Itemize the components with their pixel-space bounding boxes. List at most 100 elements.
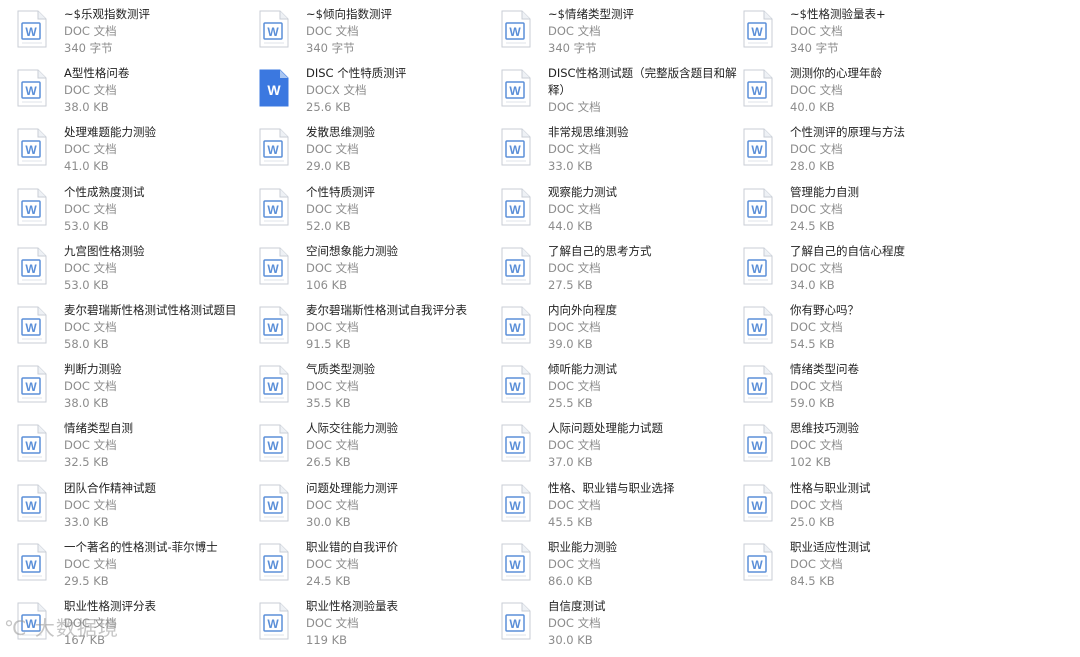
file-size: 39.0 KB	[548, 336, 593, 351]
file-type: DOC 文档	[548, 497, 601, 512]
file-size: 340 字节	[790, 41, 839, 55]
file-item[interactable]: W 问题处理能力测评 DOC 文档 30.0 KB	[259, 480, 501, 539]
file-size: 29.5 KB	[64, 573, 109, 588]
file-item[interactable]: W 发散思维测验 DOC 文档 29.0 KB	[259, 124, 501, 183]
file-item[interactable]: W 麦尔碧瑞斯性格测试性格测试题目 DOC 文档 58.0 KB	[17, 302, 259, 361]
file-item[interactable]: W 测测你的心理年龄 DOC 文档 40.0 KB	[743, 65, 985, 124]
file-type: DOC 文档	[790, 201, 843, 216]
file-meta: 管理能力自测 DOC 文档 24.5 KB	[790, 184, 980, 235]
file-item[interactable]: W 个性成熟度测试 DOC 文档 53.0 KB	[17, 184, 259, 243]
file-size: 119 KB	[306, 632, 348, 647]
doc-word-icon: W	[17, 69, 47, 107]
svg-text:W: W	[509, 143, 521, 157]
file-name: 一个著名的性格测试-菲尔博士	[64, 539, 218, 554]
file-item[interactable]: W 性格、职业错与职业选择 DOC 文档 45.5 KB	[501, 480, 743, 539]
file-item[interactable]: W 麦尔碧瑞斯性格测试自我评分表 DOC 文档 91.5 KB	[259, 302, 501, 361]
file-item[interactable]: W 职业性格测验量表 DOC 文档 119 KB	[259, 598, 501, 657]
doc-word-icon: W	[501, 128, 531, 166]
file-type: DOC 文档	[306, 201, 359, 216]
file-item[interactable]: W 性格与职业测试 DOC 文档 25.0 KB	[743, 480, 985, 539]
doc-word-icon: W	[501, 10, 531, 48]
svg-text:W: W	[751, 321, 763, 335]
file-item[interactable]: W DISC 个性特质测评 DOCX 文档 25.6 KB	[259, 65, 501, 124]
file-item[interactable]: W ~$倾向指数测评 DOC 文档 340 字节	[259, 6, 501, 65]
doc-word-icon: W	[17, 602, 47, 640]
file-item[interactable]: W 空间想象能力测验 DOC 文档 106 KB	[259, 243, 501, 302]
file-item[interactable]: W 内向外向程度 DOC 文档 39.0 KB	[501, 302, 743, 361]
file-size: 35.5 KB	[306, 396, 351, 411]
file-name: 性格与职业测试	[790, 480, 871, 495]
doc-word-icon: W	[259, 602, 289, 640]
file-type: DOC 文档	[548, 100, 601, 115]
file-item[interactable]: W 情绪类型问卷 DOC 文档 59.0 KB	[743, 361, 985, 420]
file-name: ~$性格测验量表+	[790, 7, 886, 21]
file-item[interactable]: W 观察能力测试 DOC 文档 44.0 KB	[501, 184, 743, 243]
file-type: DOC 文档	[306, 142, 359, 157]
file-item[interactable]: W 非常规思维测验 DOC 文档 33.0 KB	[501, 124, 743, 183]
file-item[interactable]: W 一个著名的性格测试-菲尔博士 DOC 文档 29.5 KB	[17, 539, 259, 598]
file-name: 内向外向程度	[548, 302, 617, 317]
file-item[interactable]: W 职业适应性测试 DOC 文档 84.5 KB	[743, 539, 985, 598]
file-meta: 倾听能力测试 DOC 文档 25.5 KB	[548, 361, 738, 412]
file-meta: 麦尔碧瑞斯性格测试性格测试题目 DOC 文档 58.0 KB	[64, 302, 254, 353]
file-item[interactable]: W 个性测评的原理与方法 DOC 文档 28.0 KB	[743, 124, 985, 183]
file-meta: 个性成熟度测试 DOC 文档 53.0 KB	[64, 184, 254, 235]
file-item[interactable]: W DISC性格测试题（完整版含题目和解释） DOC 文档	[501, 65, 743, 124]
file-type: DOC 文档	[64, 319, 117, 334]
file-item[interactable]: W 职业错的自我评价 DOC 文档 24.5 KB	[259, 539, 501, 598]
file-item[interactable]: W A型性格问卷 DOC 文档 38.0 KB	[17, 65, 259, 124]
file-item[interactable]: W 九宫图性格测验 DOC 文档 53.0 KB	[17, 243, 259, 302]
file-name: 团队合作精神试题	[64, 480, 156, 495]
svg-text:W: W	[509, 499, 521, 513]
file-item[interactable]: W 思维技巧测验 DOC 文档 102 KB	[743, 420, 985, 479]
file-item[interactable]: W 团队合作精神试题 DOC 文档 33.0 KB	[17, 480, 259, 539]
file-size: 59.0 KB	[790, 396, 835, 411]
file-item[interactable]: W 人际交往能力测验 DOC 文档 26.5 KB	[259, 420, 501, 479]
file-item[interactable]: W 了解自己的自信心程度 DOC 文档 34.0 KB	[743, 243, 985, 302]
file-meta: 非常规思维测验 DOC 文档 33.0 KB	[548, 124, 738, 175]
file-size: 33.0 KB	[548, 159, 593, 174]
file-name: 职业性格测验量表	[306, 598, 398, 613]
file-item[interactable]: W 职业能力测验 DOC 文档 86.0 KB	[501, 539, 743, 598]
file-item[interactable]: W 职业性格测评分表 DOC 文档 167 KB	[17, 598, 259, 657]
file-meta: ~$性格测验量表+ DOC 文档 340 字节	[790, 6, 980, 57]
svg-text:W: W	[509, 380, 521, 394]
file-item[interactable]: W 气质类型测验 DOC 文档 35.5 KB	[259, 361, 501, 420]
file-item[interactable]: W 自信度测试 DOC 文档 30.0 KB	[501, 598, 743, 657]
file-item[interactable]: W 人际问题处理能力试题 DOC 文档 37.0 KB	[501, 420, 743, 479]
file-name: ~$乐观指数测评	[64, 7, 150, 21]
file-size: 106 KB	[306, 277, 348, 292]
file-item[interactable]: W ~$乐观指数测评 DOC 文档 340 字节	[17, 6, 259, 65]
file-type: DOC 文档	[64, 83, 117, 98]
file-item[interactable]: W 你有野心吗？ DOC 文档 54.5 KB	[743, 302, 985, 361]
file-size: 91.5 KB	[306, 336, 351, 351]
file-item[interactable]: W 倾听能力测试 DOC 文档 25.5 KB	[501, 361, 743, 420]
file-meta: 九宫图性格测验 DOC 文档 53.0 KB	[64, 243, 254, 294]
file-type: DOC 文档	[790, 24, 843, 38]
svg-text:W: W	[25, 262, 37, 276]
file-item[interactable]: W 个性特质测评 DOC 文档 52.0 KB	[259, 184, 501, 243]
file-item[interactable]: W 情绪类型自测 DOC 文档 32.5 KB	[17, 420, 259, 479]
file-item[interactable]: W ~$情绪类型测评 DOC 文档 340 字节	[501, 6, 743, 65]
doc-word-icon: W	[743, 365, 773, 403]
file-item[interactable]: W 管理能力自测 DOC 文档 24.5 KB	[743, 184, 985, 243]
file-name: 麦尔碧瑞斯性格测试性格测试题目	[64, 302, 237, 317]
file-name: 倾听能力测试	[548, 362, 617, 377]
file-meta: DISC 个性特质测评 DOCX 文档 25.6 KB	[306, 65, 496, 116]
svg-text:W: W	[25, 203, 37, 217]
file-meta: 发散思维测验 DOC 文档 29.0 KB	[306, 124, 496, 175]
file-size: 28.0 KB	[790, 159, 835, 174]
file-item[interactable]: W ~$性格测验量表+ DOC 文档 340 字节	[743, 6, 985, 65]
file-meta: A型性格问卷 DOC 文档 38.0 KB	[64, 65, 254, 116]
file-name: 气质类型测验	[306, 362, 375, 377]
file-item[interactable]: W 判断力测验 DOC 文档 38.0 KB	[17, 361, 259, 420]
file-type: DOC 文档	[64, 24, 117, 38]
file-name: DISC 个性特质测评	[306, 66, 407, 81]
svg-text:W: W	[509, 439, 521, 453]
file-size: 29.0 KB	[306, 159, 351, 174]
file-item[interactable]: W 处理难题能力测验 DOC 文档 41.0 KB	[17, 124, 259, 183]
file-meta: 职业适应性测试 DOC 文档 84.5 KB	[790, 539, 980, 590]
svg-text:W: W	[751, 203, 763, 217]
file-item[interactable]: W 了解自己的思考方式 DOC 文档 27.5 KB	[501, 243, 743, 302]
svg-text:W: W	[509, 617, 521, 631]
